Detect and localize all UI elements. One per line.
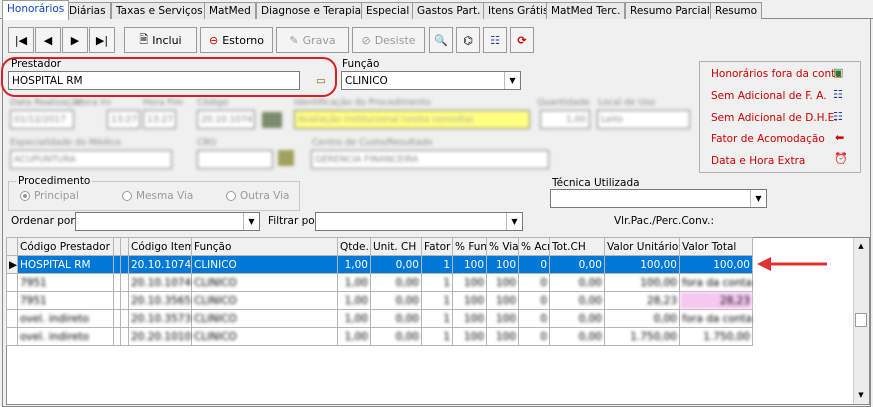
radio-principal[interactable]: Principal xyxy=(20,190,79,202)
refresh-icon[interactable]: ⟳ xyxy=(510,27,534,53)
alarm-clock-icon[interactable]: ⏰ xyxy=(834,152,848,165)
vlr-pac-label: Vlr.Pac./Perc.Conv.: xyxy=(614,215,715,227)
cancel-icon: ⊘ xyxy=(361,33,371,47)
col-funcao[interactable]: Função xyxy=(191,237,338,256)
inclui-button[interactable]: 🗎 Inclui xyxy=(124,27,197,53)
table-row[interactable]: 7951 20.10.3565 CLINICO 1,00 0,00 1 100 100… xyxy=(6,291,753,310)
tab-matmed[interactable]: MatMed xyxy=(204,2,256,19)
tab-honorarios[interactable]: Honorários xyxy=(2,0,70,20)
link-fator-acomodacao[interactable]: Fator de Acomodação xyxy=(711,133,825,145)
col-pct-via[interactable]: % Via xyxy=(486,237,519,256)
link-sem-adicional-fa[interactable]: Sem Adicional de F. A. xyxy=(711,90,827,102)
annotation-arrow-icon xyxy=(757,257,827,271)
table-row[interactable]: ▶ HOSPITAL RM 20.10.1074 CLINICO 1,00 0,00… xyxy=(6,255,753,274)
col-pct-fun[interactable]: % Fun xyxy=(452,237,487,256)
scroll-thumb[interactable] xyxy=(855,313,867,327)
document-icon: 🗎 xyxy=(139,32,149,46)
link-data-hora-extra[interactable]: Data e Hora Extra xyxy=(711,155,805,167)
first-record-button[interactable]: |◀ xyxy=(8,27,34,53)
grid-header: Código Prestador Código Item Função Qtde… xyxy=(6,237,753,256)
tab-itens-gratis[interactable]: Itens Grátis xyxy=(483,2,554,19)
radio-mesma-via[interactable]: Mesma Via xyxy=(122,190,193,202)
tecnica-select[interactable]: ▼ xyxy=(550,189,767,208)
zoom-icon[interactable]: 🔍 xyxy=(429,27,453,53)
tab-diarias[interactable]: Diárias xyxy=(64,2,111,19)
col-unit-ch[interactable]: Unit. CH xyxy=(370,237,422,256)
col-pct-acr[interactable]: % Acr xyxy=(518,237,550,256)
tecnica-label: Técnica Utilizada xyxy=(552,177,640,189)
procedimento-label: Procedimento xyxy=(16,175,93,187)
col-qtde[interactable]: Qtde. xyxy=(337,237,371,256)
ordenar-select[interactable]: ▼ xyxy=(75,212,260,231)
minus-circle-icon: ⊖ xyxy=(209,33,219,47)
binoculars-icon[interactable]: ⌬ xyxy=(456,27,480,53)
people-icon[interactable]: ☷ xyxy=(483,27,507,53)
next-record-button[interactable]: ▶ xyxy=(62,27,88,53)
col-tot-ch[interactable]: Tot.CH xyxy=(549,237,605,256)
table-row[interactable]: ovel. indireto 20.20.1010 CLINICO 1,00 0,0… xyxy=(6,327,753,346)
save-icon: ✎ xyxy=(289,33,299,47)
tab-bar: Honorários Diárias Taxas e Serviços MatM… xyxy=(0,0,873,20)
ordenar-label: Ordenar por xyxy=(11,215,75,227)
table-row[interactable]: 7951 20.10.1074 CLINICO 1,00 0,00 1 100 100… xyxy=(6,273,753,292)
col-valor-unitario[interactable]: Valor Unitário xyxy=(604,237,680,256)
funcao-label: Função xyxy=(342,58,380,70)
scroll-up-icon[interactable]: ▲ xyxy=(854,239,868,253)
chevron-down-icon: ▼ xyxy=(243,213,259,230)
chevron-down-icon: ▼ xyxy=(506,213,522,230)
link-sem-adicional-dhe[interactable]: Sem Adicional de D.H.E. xyxy=(711,112,838,124)
scroll-down-icon[interactable]: ▼ xyxy=(854,388,868,402)
row-pointer-icon: ▶ xyxy=(6,255,18,274)
last-record-button[interactable]: ▶| xyxy=(89,27,115,53)
chevron-down-icon: ▼ xyxy=(504,72,520,89)
tab-diagnose-terapia[interactable]: Diagnose e Terapia xyxy=(256,2,367,19)
col-codigo-prestador[interactable]: Código Prestador xyxy=(17,237,114,256)
money-icon[interactable]: ▣ xyxy=(833,66,843,79)
grava-button[interactable]: ✎ Grava xyxy=(276,27,349,53)
people-icon[interactable]: ☷ xyxy=(833,110,843,123)
highlight-outline xyxy=(1,57,337,97)
prev-record-button[interactable]: ◀ xyxy=(35,27,61,53)
items-grid: Código Prestador Código Item Função Qtde… xyxy=(6,237,753,346)
tab-gastos-part[interactable]: Gastos Part. xyxy=(412,2,486,19)
funcao-select[interactable]: CLINICO ▼ xyxy=(341,71,521,90)
arrow-left-icon[interactable]: ⬅ xyxy=(835,131,844,144)
col-fator[interactable]: Fator xyxy=(421,237,453,256)
filtrar-select[interactable]: ▼ xyxy=(315,212,523,231)
desiste-button[interactable]: ⊘ Desiste xyxy=(352,27,425,53)
tab-resumo[interactable]: Resumo xyxy=(710,2,763,19)
tab-especial[interactable]: Especial xyxy=(361,2,415,19)
col-valor-total[interactable]: Valor Total xyxy=(679,237,753,256)
tab-resumo-parcial[interactable]: Resumo Parcial xyxy=(625,2,715,19)
table-row[interactable]: ovel. indireto 20.10.3573 CLINICO 1,00 0,0… xyxy=(6,309,753,328)
col-codigo-item[interactable]: Código Item xyxy=(128,237,192,256)
chevron-down-icon: ▼ xyxy=(750,190,766,207)
link-honorarios-fora[interactable]: Honorários fora da conta xyxy=(711,68,842,80)
filtrar-label: Filtrar por xyxy=(268,215,320,227)
radio-outra-via[interactable]: Outra Via xyxy=(226,190,289,202)
people-icon[interactable]: ☷ xyxy=(833,88,843,101)
estorno-button[interactable]: ⊖ Estorno xyxy=(200,27,273,53)
tab-matmed-terc[interactable]: MatMed Terc. xyxy=(546,2,626,19)
tab-taxas-servicos[interactable]: Taxas e Serviços xyxy=(111,2,208,19)
